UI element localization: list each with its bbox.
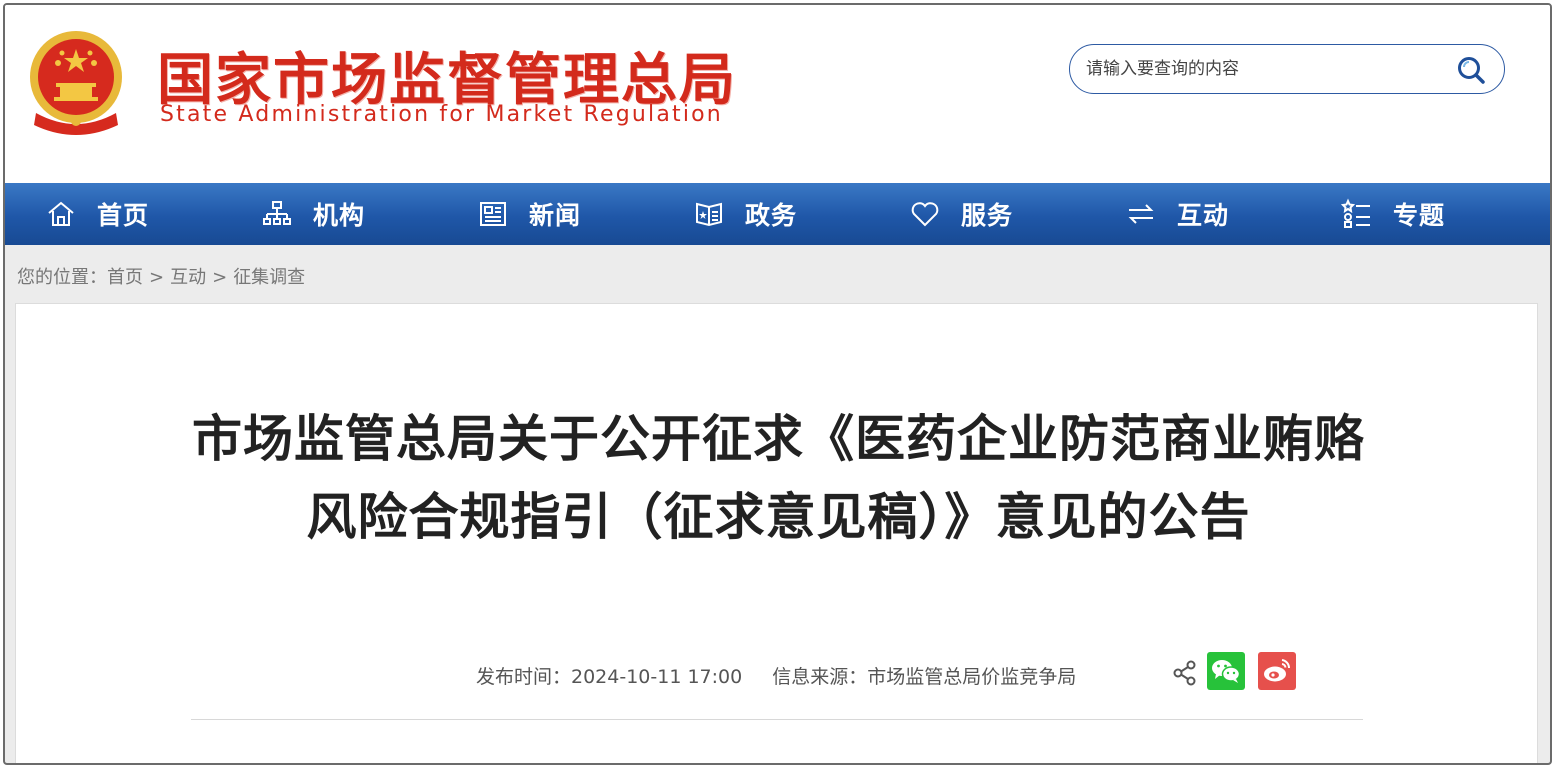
publish-time: 发布时间：2024-10-11 17:00 xyxy=(476,666,743,688)
topic-list-icon xyxy=(1341,198,1370,228)
article-title: 市场监管总局关于公开征求《医药企业防范商业贿赂风险合规指引（征求意见稿）》意见的… xyxy=(192,410,1365,546)
breadcrumb-separator: > xyxy=(149,267,165,288)
article-source: 信息来源：市场监管总局价监竞争局 xyxy=(772,666,1077,688)
newspaper-icon xyxy=(480,202,506,226)
nav-label: 服务 xyxy=(961,201,1014,230)
breadcrumb: 您的位置：首页 > 互动 > 征集调查 xyxy=(17,263,305,289)
nav-item-affairs[interactable]: 政务 xyxy=(653,183,869,245)
divider xyxy=(191,719,1363,720)
search-box xyxy=(1069,44,1505,94)
government-icon xyxy=(696,202,722,227)
site-brand-subtitle: State Administration for Market Regulati… xyxy=(160,102,723,127)
nav-item-org[interactable]: 机构 xyxy=(221,183,437,245)
article-meta: 发布时间：2024-10-11 17:00 信息来源：市场监管总局价监竞争局 xyxy=(476,662,1076,689)
nav-label: 新闻 xyxy=(529,201,582,230)
nav-item-news[interactable]: 新闻 xyxy=(437,183,653,245)
share-icon[interactable] xyxy=(1172,659,1198,687)
nav-label: 政务 xyxy=(745,201,798,230)
wechat-share-button[interactable] xyxy=(1207,652,1245,690)
nav-item-home[interactable]: 首页 xyxy=(5,183,221,245)
heart-icon xyxy=(911,202,939,227)
weibo-share-button[interactable] xyxy=(1258,652,1296,690)
nav-label: 专题 xyxy=(1393,201,1446,230)
org-chart-icon xyxy=(263,201,291,225)
national-emblem-icon xyxy=(30,31,122,135)
breadcrumb-survey[interactable]: 征集调查 xyxy=(233,267,305,288)
breadcrumb-separator: > xyxy=(212,267,228,288)
breadcrumb-interaction[interactable]: 互动 xyxy=(170,267,206,288)
main-nav: 首页 机构 新闻 政务 服务 互动 专题 xyxy=(5,183,1550,245)
breadcrumb-home[interactable]: 首页 xyxy=(107,267,143,288)
breadcrumb-prefix: 您的位置： xyxy=(17,267,107,288)
site-header: 国家市场监督管理总局 State Administration for Mark… xyxy=(5,5,1550,183)
page-frame: 国家市场监督管理总局 State Administration for Mark… xyxy=(3,3,1552,765)
search-input[interactable] xyxy=(1086,55,1446,83)
home-icon xyxy=(48,201,74,226)
wechat-icon xyxy=(1212,660,1241,683)
search-icon[interactable] xyxy=(1456,55,1486,85)
nav-item-service[interactable]: 服务 xyxy=(869,183,1085,245)
nav-item-interaction[interactable]: 互动 xyxy=(1085,183,1301,245)
article-container: 市场监管总局关于公开征求《医药企业防范商业贿赂风险合规指引（征求意见稿）》意见的… xyxy=(15,303,1538,763)
nav-label: 首页 xyxy=(97,201,150,230)
nav-label: 机构 xyxy=(313,201,366,230)
exchange-icon xyxy=(1128,204,1154,224)
nav-label: 互动 xyxy=(1177,201,1230,230)
weibo-icon xyxy=(1264,659,1291,682)
nav-item-topics[interactable]: 专题 xyxy=(1301,183,1517,245)
